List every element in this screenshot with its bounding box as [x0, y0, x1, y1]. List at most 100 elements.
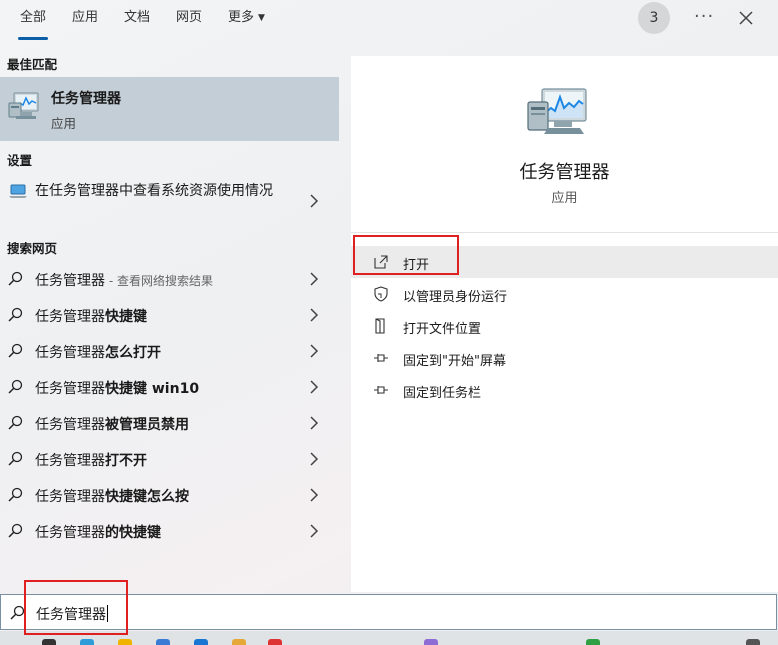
query-suggestion: 的快捷键 [105, 525, 161, 541]
pin-to-taskbar-action[interactable]: 固定到任务栏 [351, 374, 778, 406]
settings-item[interactable]: 在任务管理器中查看系统资源使用情况 [0, 176, 339, 226]
taskbar-app-icon[interactable] [42, 639, 56, 645]
web-result-item[interactable]: 任务管理器的快捷键 [0, 515, 339, 547]
query-suggestion: 快捷键 [105, 309, 147, 325]
tab-label: 网页 [176, 10, 203, 25]
tab-label: 全部 [20, 10, 47, 25]
taskbar-app-icon[interactable] [194, 639, 208, 645]
search-icon [8, 307, 23, 322]
web-result-item[interactable]: 任务管理器快捷键怎么按 [0, 479, 339, 511]
taskbar-app-icon[interactable] [232, 639, 246, 645]
taskbar-app-icon[interactable] [746, 639, 760, 645]
detail-title: 任务管理器 [519, 162, 610, 183]
tab-label: 应用 [72, 10, 99, 25]
web-result-text: 任务管理器的快捷键 [35, 522, 161, 542]
laptop-settings-icon [9, 184, 27, 198]
search-icon [10, 605, 25, 620]
tab-more[interactable]: 更多 ▼ [228, 0, 265, 40]
open-file-location-action[interactable]: 打开文件位置 [351, 310, 778, 342]
chevron-right-icon[interactable] [309, 344, 319, 358]
settings-item-label: 在任务管理器中查看系统资源使用情况 [35, 183, 273, 199]
chevron-right-icon[interactable] [309, 380, 319, 394]
query-base: 任务管理器 [35, 525, 105, 541]
query-suggestion: 被管理员禁用 [105, 417, 189, 433]
search-icon [8, 451, 23, 466]
close-icon[interactable] [736, 8, 756, 28]
action-label: 打开文件位置 [403, 322, 482, 337]
action-label: 打开 [403, 258, 430, 273]
web-result-item[interactable]: 任务管理器打不开 [0, 443, 339, 475]
web-result-item[interactable]: 任务管理器快捷键 win10 [0, 371, 339, 403]
web-result-text: 任务管理器打不开 [35, 450, 147, 470]
search-icon [8, 487, 23, 502]
action-label: 以管理员身份运行 [403, 290, 508, 305]
taskbar-app-icon[interactable] [156, 639, 170, 645]
web-result-text: 任务管理器快捷键 [35, 306, 147, 326]
web-result-text: 任务管理器快捷键怎么按 [35, 486, 189, 506]
tab-all[interactable]: 全部 [17, 0, 49, 40]
web-result-item[interactable]: 任务管理器 - 查看网络搜索结果 [0, 263, 339, 295]
search-input[interactable]: 任务管理器 [36, 604, 108, 624]
section-best-match: 最佳匹配 [7, 57, 58, 72]
web-result-item[interactable]: 任务管理器被管理员禁用 [0, 407, 339, 439]
chevron-right-icon[interactable] [309, 524, 319, 538]
open-action[interactable]: 打开 [351, 246, 778, 278]
task-manager-app-icon [527, 88, 587, 134]
web-result-text: 任务管理器怎么打开 [35, 342, 161, 362]
best-match-title: 任务管理器 [51, 91, 121, 107]
search-icon [8, 271, 23, 286]
tab-label: 更多 [228, 10, 255, 25]
text-cursor [107, 605, 108, 622]
file-location-icon [375, 318, 385, 334]
tab-apps[interactable]: 应用 [72, 0, 98, 40]
taskbar [0, 631, 778, 645]
action-label: 固定到"开始"屏幕 [403, 354, 506, 369]
web-result-item[interactable]: 任务管理器快捷键 [0, 299, 339, 331]
query-suggestion: 快捷键怎么按 [105, 489, 189, 505]
chevron-right-icon[interactable] [309, 194, 319, 208]
web-result-item[interactable]: 任务管理器怎么打开 [0, 335, 339, 367]
open-icon [374, 255, 388, 269]
chevron-right-icon[interactable] [309, 488, 319, 502]
query-base: 任务管理器 [35, 309, 105, 325]
detail-subtitle: 应用 [551, 191, 578, 206]
search-window: 全部 应用 文档 网页 更多 ▼ 3 ··· 最佳匹配 任务管理器 应用 设置 在 [0, 0, 778, 645]
web-result-text: 任务管理器 - 查看网络搜索结果 [35, 270, 213, 290]
chevron-right-icon[interactable] [309, 272, 319, 286]
query-base: 任务管理器 [35, 381, 105, 397]
reward-badge[interactable]: 3 [638, 2, 670, 34]
query-base: 任务管理器 [35, 417, 105, 433]
taskbar-app-icon[interactable] [268, 639, 282, 645]
task-manager-app-icon [8, 92, 39, 119]
section-settings: 设置 [7, 153, 33, 168]
best-match-item[interactable]: 任务管理器 应用 [0, 77, 339, 141]
tab-documents[interactable]: 文档 [124, 0, 150, 40]
query-suggestion: 快捷键 win10 [105, 381, 200, 397]
tab-label: 文档 [124, 10, 151, 25]
top-nav: 全部 应用 文档 网页 更多 ▼ 3 ··· [0, 0, 778, 44]
search-icon [8, 343, 23, 358]
web-result-text: 任务管理器快捷键 win10 [35, 378, 199, 398]
taskbar-app-icon[interactable] [118, 639, 132, 645]
action-label: 固定到任务栏 [403, 386, 482, 401]
pin-to-start-action[interactable]: 固定到"开始"屏幕 [351, 342, 778, 374]
chevron-right-icon[interactable] [309, 308, 319, 322]
chevron-right-icon[interactable] [309, 416, 319, 430]
chevron-right-icon[interactable] [309, 452, 319, 466]
query-suggestion: 打不开 [105, 453, 147, 469]
run-as-admin-action[interactable]: 以管理员身份运行 [351, 278, 778, 310]
query-base: 任务管理器 [35, 273, 105, 289]
tab-web[interactable]: 网页 [176, 0, 202, 40]
caret-down-icon: ▼ [258, 13, 265, 23]
taskbar-app-icon[interactable] [424, 639, 438, 645]
taskbar-app-icon[interactable] [586, 639, 600, 645]
taskbar-app-icon[interactable] [80, 639, 94, 645]
more-options-icon[interactable]: ··· [694, 6, 714, 27]
pin-icon [374, 386, 388, 394]
detail-panel: 任务管理器 应用 打开 以管理员身份运行 打开文件位置 固定到"开始"屏幕 固定… [351, 56, 778, 592]
search-icon [8, 523, 23, 538]
query-hint: - 查看网络搜索结果 [105, 274, 213, 288]
query-base: 任务管理器 [35, 453, 105, 469]
search-box[interactable]: 任务管理器 [0, 594, 777, 630]
divider [351, 232, 778, 233]
